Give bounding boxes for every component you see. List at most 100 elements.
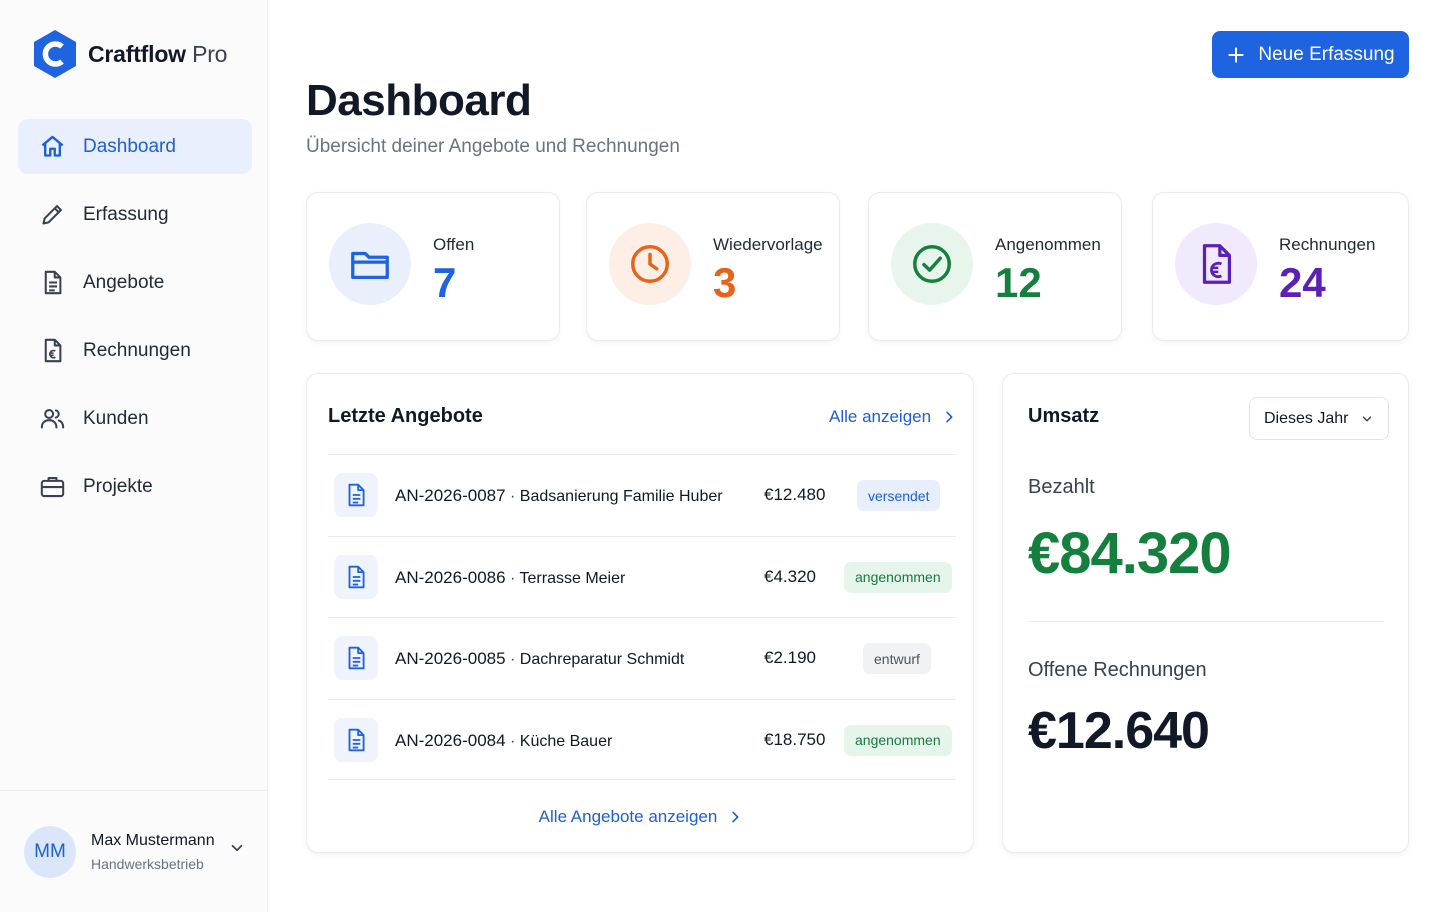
all-offers-label: Alle Angebote anzeigen (538, 807, 718, 826)
stat-label: Wiedervorlage (713, 235, 823, 254)
status-badge: angenommen (844, 724, 952, 756)
offer-project: Küche Bauer (519, 732, 613, 750)
clock-icon (631, 245, 669, 283)
all-offers-link[interactable]: Alle Angebote anzeigen (307, 807, 975, 827)
stat-card-wiedervorlage[interactable]: Wiedervorlage 3 (586, 192, 840, 341)
offers-list: AN-2026-0087 · Badsanierung Familie Hube… (328, 454, 956, 780)
home-icon (38, 133, 66, 161)
sidebar-item-label: Projekte (83, 475, 153, 497)
sidebar: Craftflow Pro Dashboard Erfassung Angebo… (0, 0, 268, 912)
document-icon (334, 717, 378, 762)
stat-card-angenommen[interactable]: Angenommen 12 (868, 192, 1122, 341)
stat-card-offen[interactable]: Offen 7 (306, 192, 560, 341)
status-badge: angenommen (844, 561, 952, 593)
offer-title: AN-2026-0084 · Küche Bauer (395, 730, 613, 750)
document-icon (334, 636, 378, 680)
offer-project: Dachreparatur Schmidt (519, 651, 685, 668)
document-icon (334, 554, 378, 599)
offer-number: AN-2026-0087 (395, 486, 506, 505)
sidebar-item-erfassung[interactable]: Erfassung (18, 187, 252, 242)
recent-offers-panel: Letzte Angebote Alle anzeigen AN-2026-00… (306, 373, 974, 853)
status-badge: versendet (857, 480, 941, 511)
revenue-panel: Umsatz Dieses Jahr Bezahlt €84.320 Offen… (1002, 373, 1409, 853)
status-badge: entwurf (863, 643, 931, 674)
sidebar-item-rechnungen[interactable]: Rechnungen (18, 323, 252, 378)
chevron-right-icon (732, 811, 739, 823)
invoice-euro-icon (1202, 244, 1232, 284)
chevron-down-icon[interactable] (228, 839, 246, 857)
users-icon (38, 405, 66, 433)
sidebar-nav: Dashboard Erfassung Angebote Rechnungen … (18, 119, 252, 527)
stat-label: Offen (433, 235, 475, 254)
invoice-euro-icon (38, 337, 66, 365)
craftflow-logo-icon (34, 30, 76, 78)
stat-icon-circle (891, 223, 973, 305)
brand-name: Craftflow Pro (88, 40, 228, 67)
sidebar-item-label: Kunden (83, 407, 149, 429)
user-name: Max Mustermann (91, 831, 215, 849)
offer-title: AN-2026-0087 · Badsanierung Familie Hube… (395, 486, 723, 505)
pencil-icon (38, 201, 66, 229)
chevron-right-icon (946, 411, 953, 423)
revenue-title: Umsatz (1028, 405, 1100, 427)
sidebar-item-label: Erfassung (83, 203, 169, 225)
offer-project: Badsanierung Familie Huber (519, 488, 723, 505)
brand-logo[interactable]: Craftflow Pro (32, 28, 227, 80)
briefcase-icon (38, 473, 66, 501)
stat-value: 12 (995, 259, 1042, 306)
offer-number: AN-2026-0085 (395, 649, 506, 668)
document-icon (38, 269, 66, 297)
document-icon (334, 473, 378, 517)
sidebar-item-kunden[interactable]: Kunden (18, 391, 252, 446)
plus-icon (1228, 46, 1245, 63)
stat-icon-circle (609, 223, 691, 305)
avatar: MM (24, 825, 76, 878)
sidebar-item-label: Rechnungen (83, 339, 191, 361)
divider (1028, 621, 1384, 622)
table-row[interactable]: AN-2026-0084 · Küche Bauer €18.750 angen… (328, 698, 956, 780)
paid-label: Bezahlt (1028, 476, 1095, 498)
new-entry-button[interactable]: Neue Erfassung (1212, 31, 1409, 78)
sidebar-item-projekte[interactable]: Projekte (18, 459, 252, 514)
stat-card-rechnungen[interactable]: Rechnungen 24 (1152, 192, 1409, 341)
page-subtitle: Übersicht deiner Angebote und Rechnungen (306, 136, 680, 157)
table-row[interactable]: AN-2026-0086 · Terrasse Meier €4.320 ang… (328, 535, 956, 618)
stat-label: Angenommen (995, 235, 1101, 254)
period-select[interactable]: Dieses Jahr (1249, 397, 1389, 440)
offer-title: AN-2026-0085 · Dachreparatur Schmidt (395, 649, 685, 668)
sidebar-item-angebote[interactable]: Angebote (18, 255, 252, 310)
offer-amount: €18.750 (764, 729, 826, 749)
stat-label: Rechnungen (1279, 235, 1376, 254)
user-profile[interactable]: MM Max Mustermann Handwerksbetrieb (0, 790, 268, 912)
page-title: Dashboard (306, 76, 532, 125)
chevron-down-icon (1362, 416, 1372, 422)
stat-value: 24 (1279, 259, 1326, 306)
view-all-label: Alle anzeigen (829, 407, 932, 426)
open-invoices-value: €12.640 (1028, 702, 1210, 760)
user-role: Handwerksbetrieb (91, 855, 204, 872)
stat-value: 7 (433, 259, 457, 306)
sidebar-item-dashboard[interactable]: Dashboard (18, 119, 252, 174)
offer-amount: €4.320 (764, 566, 816, 586)
offer-project: Terrasse Meier (519, 569, 626, 587)
stat-icon-circle (1175, 223, 1257, 305)
new-entry-button-label: Neue Erfassung (1258, 43, 1395, 65)
sidebar-item-label: Dashboard (83, 135, 176, 157)
folder-icon (351, 251, 389, 280)
table-row[interactable]: AN-2026-0087 · Badsanierung Familie Hube… (328, 454, 956, 536)
user-info: Max Mustermann Handwerksbetrieb (91, 832, 215, 872)
check-circle-icon (913, 245, 951, 283)
offer-title: AN-2026-0086 · Terrasse Meier (395, 567, 626, 587)
paid-value: €84.320 (1028, 521, 1232, 586)
view-all-link[interactable]: Alle anzeigen (829, 407, 957, 427)
open-invoices-label: Offene Rechnungen (1028, 659, 1207, 681)
period-select-value: Dieses Jahr (1264, 409, 1349, 427)
offer-amount: €2.190 (764, 648, 816, 667)
offer-number: AN-2026-0086 (395, 567, 506, 587)
recent-offers-title: Letzte Angebote (328, 405, 483, 427)
stat-icon-circle (329, 223, 411, 305)
table-row[interactable]: AN-2026-0085 · Dachreparatur Schmidt €2.… (328, 617, 956, 699)
sidebar-item-label: Angebote (83, 271, 165, 293)
offer-amount: €12.480 (764, 485, 826, 504)
offer-number: AN-2026-0084 (395, 730, 506, 750)
